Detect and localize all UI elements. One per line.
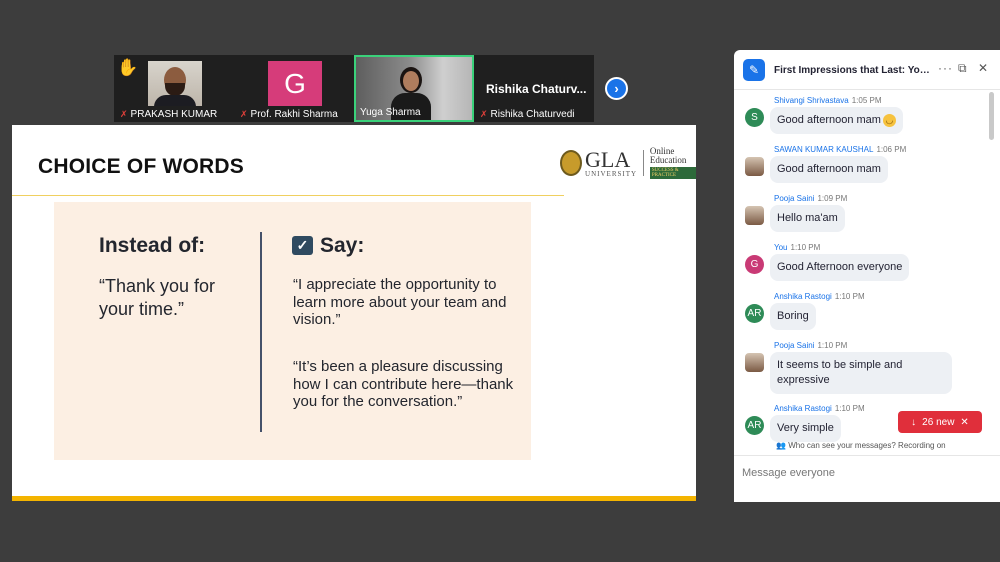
smile-emoji-icon: ◡: [882, 113, 896, 127]
raised-hand-icon: ✋: [117, 58, 139, 77]
participant-name: ✗ Prof. Rakhi Sharma: [240, 109, 338, 120]
message-bubble[interactable]: It seems to be simple and expressive: [770, 352, 952, 394]
slide-divider: [12, 195, 564, 196]
avatar: AR: [745, 416, 764, 435]
comparison-card: Instead of: “Thank you for your time.” ✓…: [54, 202, 531, 460]
chevron-right-icon[interactable]: ›: [605, 77, 628, 100]
avatar: S: [745, 108, 764, 127]
chat-scrollbar[interactable]: [989, 92, 994, 140]
slide-footer-bar: [12, 496, 696, 501]
message-bubble[interactable]: Boring: [770, 303, 816, 330]
message-input[interactable]: [742, 464, 990, 482]
say-quote: “I appreciate the opportunity to learn m…: [293, 276, 507, 328]
chat-panel: ✎ First Impressions that Last: Your... ·…: [734, 50, 1000, 502]
participant-name: ✗ Rishika Chaturvedi: [480, 109, 575, 120]
new-messages-button[interactable]: ↓ 26 new ✕: [898, 411, 982, 433]
shared-slide: CHOICE OF WORDS GLA UNIVERSITY Online Ed…: [12, 125, 696, 501]
message-bubble[interactable]: Hello ma'am: [770, 205, 845, 232]
participant-tile-rakhi[interactable]: G ✗ Prof. Rakhi Sharma: [236, 55, 352, 122]
close-icon[interactable]: ✕: [978, 61, 988, 75]
participant-name: Yuga Sharma: [360, 107, 421, 118]
avatar: [745, 206, 764, 225]
message-bubble[interactable]: Good afternoon mam: [770, 156, 888, 183]
avatar: AR: [745, 304, 764, 323]
people-icon: 👥: [776, 441, 786, 450]
mic-muted-icon: ✗: [480, 109, 488, 119]
mic-muted-icon: ✗: [240, 109, 248, 119]
participant-avatar: G: [268, 61, 322, 106]
avatar: [745, 157, 764, 176]
instead-heading: Instead of:: [99, 234, 206, 257]
university-logo: GLA UNIVERSITY Online Education SUCCESS …: [560, 146, 696, 180]
participant-tile-yuga[interactable]: Yuga Sharma: [354, 55, 474, 122]
slide-title: CHOICE OF WORDS: [38, 155, 244, 178]
participant-tile-rishika[interactable]: Rishika Chaturv... ✗ Rishika Chaturvedi: [476, 55, 594, 122]
chat-title: First Impressions that Last: Your...: [774, 65, 934, 76]
chat-header: ✎ First Impressions that Last: Your... ·…: [734, 50, 1000, 90]
close-icon[interactable]: ✕: [960, 417, 968, 428]
message-bubble[interactable]: Good afternoon mam ◡: [770, 107, 903, 134]
instead-quote: “Thank you for your time.”: [99, 276, 216, 319]
message-bubble[interactable]: Good Afternoon everyone: [770, 254, 910, 281]
mic-muted-icon: ✗: [120, 109, 128, 119]
participant-display-name: Rishika Chaturv...: [486, 82, 587, 96]
checkmark-icon: ✓: [292, 236, 313, 255]
say-quote: “It’s been a pleasure discussing how I c…: [293, 358, 514, 410]
say-heading: Say:: [320, 234, 365, 257]
chat-compose-area: [734, 455, 1000, 502]
crest-icon: [560, 150, 583, 176]
avatar: G: [745, 255, 764, 274]
participant-video-prakash: [148, 61, 202, 106]
more-options-icon[interactable]: ···: [938, 61, 953, 75]
pop-out-icon[interactable]: ⧉: [958, 61, 967, 76]
message-visibility-link[interactable]: 👥 Who can see your messages? Recording o…: [776, 441, 946, 450]
arrow-down-icon: ↓: [911, 416, 917, 428]
message-bubble[interactable]: Very simple: [770, 415, 841, 442]
avatar: [745, 353, 764, 372]
column-divider: [260, 232, 262, 432]
chat-edit-icon[interactable]: ✎: [743, 59, 765, 81]
participant-name: ✗ PRAKASH KUMAR: [120, 109, 218, 120]
